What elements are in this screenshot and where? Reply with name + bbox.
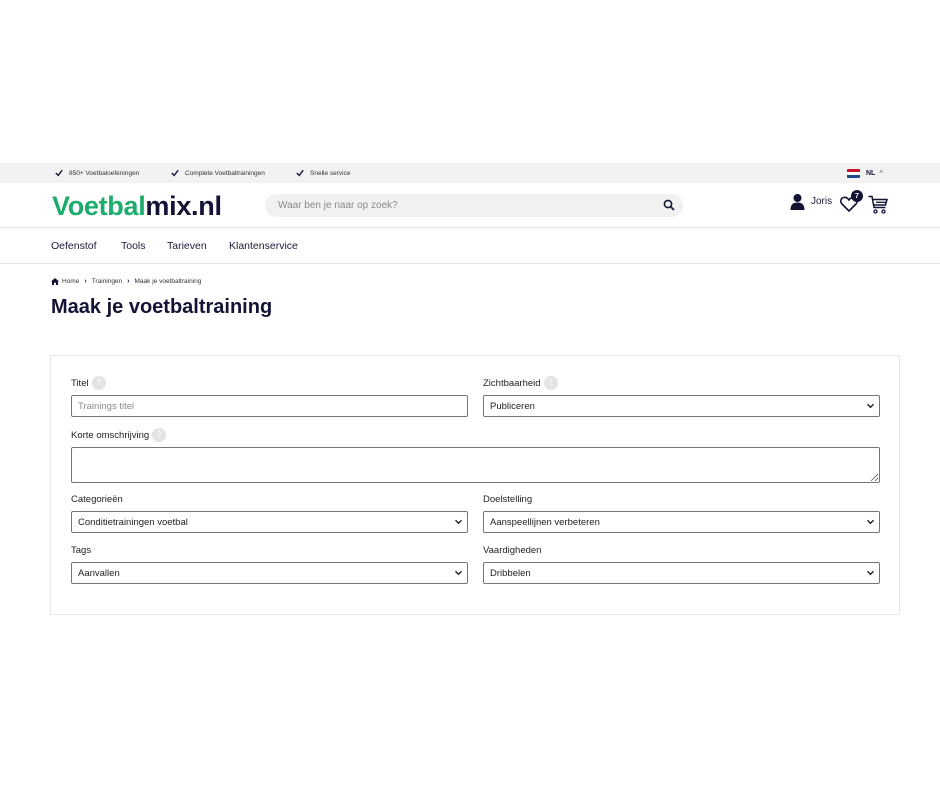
nav-item-klantenservice[interactable]: Klantenservice — [229, 240, 298, 252]
goal-value: Aanspeellijnen verbeteren — [490, 516, 600, 528]
nav-item-tarieven[interactable]: Tarieven — [167, 240, 207, 252]
breadcrumb: Home › Trainingen › Maak je voetbaltrain… — [51, 278, 201, 285]
chevron-right-icon: › — [127, 278, 130, 285]
description-label-text: Korte omschrijving — [71, 429, 150, 441]
search-input[interactable] — [265, 194, 638, 217]
visibility-value: Publiceren — [490, 400, 535, 412]
skills-label: Vaardigheden — [483, 545, 541, 556]
language-label: NL — [866, 169, 876, 177]
dutch-flag-icon — [847, 168, 860, 178]
language-selector[interactable]: NL ^ — [847, 163, 883, 183]
categories-select[interactable]: Conditietrainingen voetbal — [71, 511, 468, 533]
home-icon — [51, 278, 59, 285]
chevron-down-icon — [455, 519, 462, 525]
logo[interactable]: Voetbalmix.nl — [52, 191, 222, 222]
breadcrumb-trainingen[interactable]: Trainingen — [92, 278, 122, 285]
breadcrumb-current: Maak je voetbaltraining — [134, 278, 202, 285]
description-label: Korte omschrijving ? — [71, 428, 167, 442]
training-form: Titel ? Zichtbaarheid ? Publiceren Korte… — [50, 355, 900, 615]
checkmark-icon — [296, 169, 304, 177]
visibility-select[interactable]: Publiceren — [483, 395, 880, 417]
categories-value: Conditietrainingen voetbal — [78, 516, 188, 528]
logo-part-green: Voetbal — [52, 191, 146, 221]
tags-select[interactable]: Aanvallen — [71, 562, 468, 584]
usp-item: Snelle service — [296, 163, 350, 183]
breadcrumb-home[interactable]: Home — [62, 278, 79, 285]
search-icon[interactable] — [663, 199, 675, 211]
title-label: Titel ? — [71, 376, 106, 390]
user-name: Joris — [811, 196, 833, 207]
usp-item: 850+ Voetbaloefeningen — [55, 163, 139, 183]
search-bar — [265, 194, 683, 217]
help-icon[interactable]: ? — [543, 376, 558, 390]
chevron-down-icon — [455, 570, 462, 576]
tags-label: Tags — [71, 545, 91, 556]
goal-label-text: Doelstelling — [483, 494, 533, 505]
wishlist-count-badge: 7 — [851, 190, 863, 202]
cart-icon[interactable] — [868, 195, 888, 214]
user-icon — [790, 194, 805, 210]
checkmark-icon — [55, 169, 63, 177]
chevron-down-icon — [867, 570, 874, 576]
categories-label-text: Categorieën — [71, 494, 123, 505]
usp-label: Snelle service — [310, 169, 351, 177]
title-input[interactable] — [71, 395, 468, 417]
chevron-up-icon: ^ — [879, 168, 884, 178]
nav-item-tools[interactable]: Tools — [121, 240, 146, 252]
usp-label: Complete Voetbaltrainingen — [185, 169, 265, 177]
page-title: Maak je voetbaltraining — [51, 296, 273, 318]
description-textarea[interactable] — [71, 447, 880, 483]
top-usp-bar: 850+ Voetbaloefeningen Complete Voetbalt… — [0, 163, 940, 183]
categories-label: Categorieën — [71, 494, 123, 505]
title-label-text: Titel — [71, 377, 89, 389]
usp-item: Complete Voetbaltrainingen — [171, 163, 265, 183]
account-link[interactable]: Joris — [790, 193, 832, 210]
tags-value: Aanvallen — [78, 567, 120, 579]
chevron-down-icon — [867, 519, 874, 525]
tags-label-text: Tags — [71, 545, 92, 556]
help-icon[interactable]: ? — [91, 376, 106, 390]
checkmark-icon — [171, 169, 179, 177]
goal-label: Doelstelling — [483, 494, 532, 505]
logo-part-navy: mix.nl — [145, 191, 222, 221]
skills-select[interactable]: Dribbelen — [483, 562, 880, 584]
visibility-label: Zichtbaarheid ? — [483, 376, 558, 390]
help-icon[interactable]: ? — [152, 428, 167, 442]
usp-label: 850+ Voetbaloefeningen — [69, 169, 140, 177]
skills-label-text: Vaardigheden — [483, 545, 542, 556]
nav-item-oefenstof[interactable]: Oefenstof — [51, 240, 97, 252]
skills-value: Dribbelen — [490, 567, 531, 579]
chevron-right-icon: › — [84, 278, 87, 285]
visibility-label-text: Zichtbaarheid — [483, 377, 541, 389]
chevron-down-icon — [867, 403, 874, 409]
site-header: Voetbalmix.nl Joris 7 — [0, 183, 940, 228]
goal-select[interactable]: Aanspeellijnen verbeteren — [483, 511, 880, 533]
main-nav: Oefenstof Tools Tarieven Klantenservice — [0, 228, 940, 264]
